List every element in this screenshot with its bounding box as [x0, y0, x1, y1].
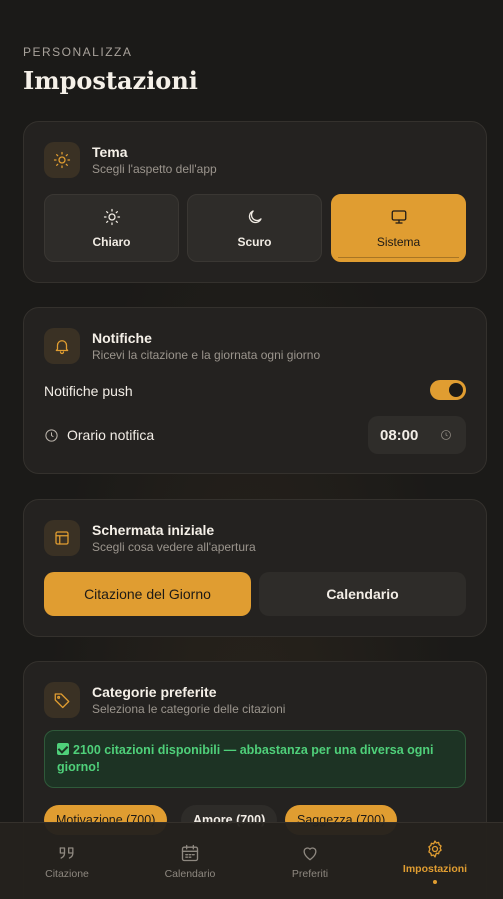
theme-option-dark[interactable]: Scuro — [187, 194, 322, 262]
home-screen-card-header: Schermata iniziale Scegli cosa vedere al… — [44, 520, 256, 556]
quote-icon — [59, 847, 74, 859]
bottom-nav: Citazione Calendario Preferiti Impostazi… — [0, 822, 503, 899]
notifications-title: Notifiche — [92, 329, 152, 346]
push-label: Notifiche push — [44, 383, 133, 399]
home-screen-title: Schermata iniziale — [92, 521, 215, 538]
nav-item-favorites[interactable]: Preferiti — [247, 823, 373, 899]
gear-icon — [428, 840, 442, 858]
calendar-icon — [181, 844, 199, 862]
notifications-card-header: Notifiche Ricevi la citazione e la giorn… — [44, 328, 320, 364]
categories-subtitle: Seleziona le categorie delle citazioni — [92, 701, 286, 716]
nav-label: Calendario — [164, 868, 216, 880]
theme-option-underline — [338, 257, 459, 258]
tag-icon — [44, 682, 80, 718]
moon-icon — [248, 209, 262, 223]
active-indicator — [433, 880, 437, 884]
home-screen-card: Schermata iniziale Scegli cosa vedere al… — [23, 499, 487, 637]
toggle-knob — [449, 383, 463, 397]
heart-icon — [303, 847, 317, 861]
page-eyebrow: PERSONALIZZA — [23, 45, 133, 59]
layout-icon — [44, 520, 80, 556]
theme-option-label: Sistema — [376, 234, 421, 249]
clock-icon — [45, 428, 58, 442]
time-input[interactable]: 08:00 — [368, 416, 466, 454]
availability-notice: 2100 citazioni disponibili — abbastanza … — [44, 730, 466, 788]
categories-card-header: Categorie preferite Seleziona le categor… — [44, 682, 285, 718]
home-option-calendar[interactable]: Calendario — [259, 572, 466, 616]
nav-item-settings[interactable]: Impostazioni — [372, 823, 498, 899]
notifications-card: Notifiche Ricevi la citazione e la giorn… — [23, 307, 487, 474]
theme-card: Tema Scegli l'aspetto dell'app Chiaro Sc… — [23, 121, 487, 283]
clock-icon — [441, 430, 451, 440]
notice-text: 2100 citazioni disponibili — abbastanza … — [57, 743, 434, 774]
theme-subtitle: Scegli l'aspetto dell'app — [92, 161, 217, 176]
theme-option-light[interactable]: Chiaro — [44, 194, 179, 262]
home-screen-subtitle: Scegli cosa vedere all'apertura — [92, 539, 256, 554]
nav-item-quote[interactable]: Citazione — [4, 823, 130, 899]
nav-label: Citazione — [45, 868, 89, 880]
check-icon — [57, 743, 69, 755]
nav-label: Preferiti — [291, 868, 329, 880]
categories-title: Categorie preferite — [92, 683, 217, 700]
theme-card-header: Tema Scegli l'aspetto dell'app — [44, 142, 217, 178]
settings-page: PERSONALIZZA Impostazioni Tema Scegli l'… — [0, 0, 503, 899]
time-value: 08:00 — [380, 426, 419, 444]
theme-option-label: Scuro — [237, 234, 272, 249]
nav-item-calendar[interactable]: Calendario — [127, 823, 253, 899]
sun-icon — [103, 208, 120, 225]
theme-option-label: Chiaro — [92, 234, 131, 249]
theme-title: Tema — [92, 143, 128, 160]
monitor-icon — [391, 209, 406, 224]
theme-option-system[interactable]: Sistema — [331, 194, 466, 262]
nav-label: Impostazioni — [402, 863, 468, 875]
sun-icon — [44, 142, 80, 178]
push-toggle[interactable] — [430, 380, 466, 400]
home-option-quote[interactable]: Citazione del Giorno — [44, 572, 251, 616]
time-label-row: Orario notifica — [44, 427, 154, 443]
page-title: Impostazioni — [23, 66, 198, 95]
bell-icon — [44, 328, 80, 364]
time-label: Orario notifica — [67, 427, 155, 443]
notifications-subtitle: Ricevi la citazione e la giornata ogni g… — [92, 347, 321, 362]
